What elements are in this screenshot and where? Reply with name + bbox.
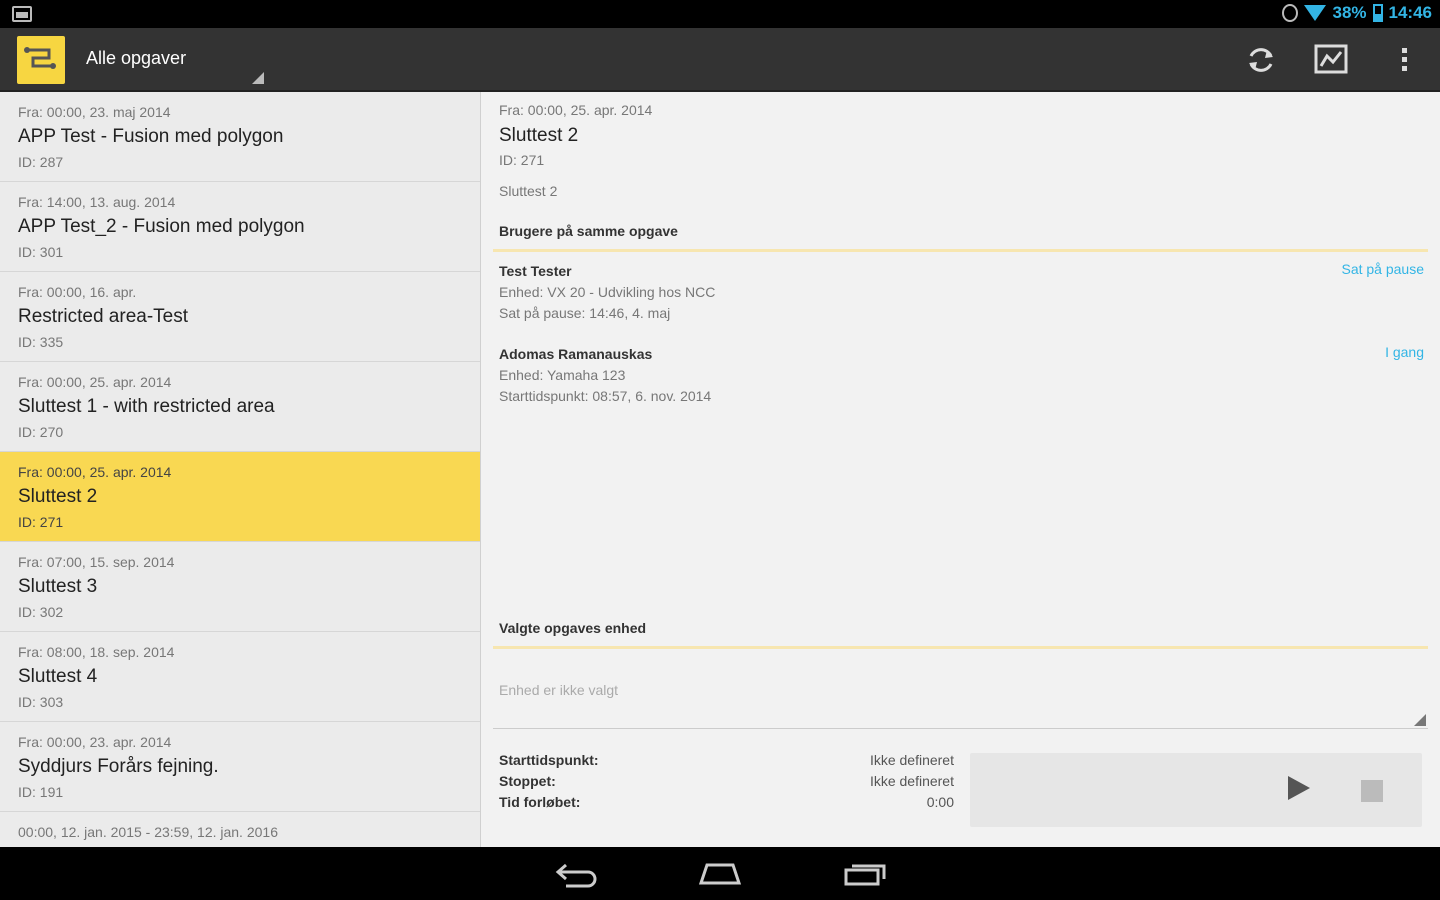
stop-icon[interactable]: [1361, 780, 1383, 802]
list-item[interactable]: Fra: 00:00, 16. apr. Restricted area-Tes…: [0, 272, 480, 362]
timing-row: Tid forløbet: 0:00: [499, 794, 954, 815]
list-item-from: Fra: 00:00, 16. apr.: [18, 284, 137, 300]
elapsed-value: 0:00: [926, 794, 954, 810]
user-entry: Adomas Ramanauskas Enhed: Yamaha 123 Sta…: [499, 344, 1424, 407]
list-item-id: ID: 303: [18, 694, 64, 710]
list-item-title: Sluttest 2: [18, 486, 98, 507]
unit-spinner[interactable]: Enhed er ikke valgt: [493, 667, 1428, 729]
map-icon[interactable]: [1313, 42, 1349, 78]
list-item[interactable]: Fra: 00:00, 23. maj 2014 APP Test - Fusi…: [0, 92, 480, 182]
list-item-from: Fra: 14:00, 13. aug. 2014: [18, 194, 176, 210]
wifi-icon: [1304, 5, 1327, 21]
task-list: Fra: 00:00, 23. maj 2014 APP Test - Fusi…: [0, 92, 481, 847]
timing-row: Starttidspunkt: Ikke defineret: [499, 752, 954, 773]
list-item[interactable]: Fra: 00:00, 25. apr. 2014 Sluttest 1 - w…: [0, 362, 480, 452]
system-nav-bar: [0, 847, 1440, 900]
list-item-id: ID: 287: [18, 154, 64, 170]
task-detail-pane: Fra: 00:00, 25. apr. 2014 Sluttest 2 ID:…: [481, 92, 1440, 847]
unit-placeholder: Enhed er ikke valgt: [499, 682, 619, 698]
list-item-id: ID: 335: [18, 334, 64, 350]
list-item-title: Sluttest 3: [18, 576, 98, 597]
list-item[interactable]: Fra: 07:00, 15. sep. 2014 Sluttest 3 ID:…: [0, 542, 480, 632]
user-extra: Starttidspunkt: 08:57, 6. nov. 2014: [499, 388, 712, 404]
start-value: Ikke defineret: [869, 752, 954, 768]
dropdown-caret-icon: [252, 72, 264, 84]
user-status: Sat på pause: [1341, 261, 1424, 277]
user-unit: Enhed: Yamaha 123: [499, 367, 626, 383]
recent-apps-icon[interactable]: [842, 859, 888, 889]
detail-id: ID: 271: [499, 152, 545, 168]
section-divider: [493, 646, 1428, 649]
clock: 14:46: [1388, 3, 1432, 22]
overflow-menu-icon[interactable]: [1387, 42, 1423, 78]
list-item-from: 00:00, 12. jan. 2015 - 23:59, 12. jan. 2…: [18, 824, 278, 840]
timer-controls: [970, 753, 1422, 827]
app-logo-icon[interactable]: [17, 36, 65, 84]
list-item-from: Fra: 00:00, 25. apr. 2014: [18, 464, 172, 480]
section-divider: [493, 249, 1428, 252]
refresh-icon[interactable]: [1243, 42, 1279, 78]
list-item-id: ID: 271: [18, 514, 64, 530]
list-item-title: APP Test - Fusion med polygon: [18, 126, 284, 147]
timing-info: Starttidspunkt: Ikke defineret Stoppet: …: [499, 752, 954, 815]
timing-row: Stoppet: Ikke defineret: [499, 773, 954, 794]
list-item-id: ID: 191: [18, 784, 64, 800]
list-item[interactable]: Fra: 00:00, 23. apr. 2014 Syddjurs Forår…: [0, 722, 480, 812]
user-status: I gang: [1385, 344, 1424, 360]
alarm-icon: [1282, 4, 1299, 22]
navigation-dropdown[interactable]: Alle opgaver: [86, 48, 186, 69]
list-item-title: Sluttest 4: [18, 666, 98, 687]
list-item-id: ID: 302: [18, 604, 64, 620]
play-icon[interactable]: [1288, 776, 1310, 800]
list-item-from: Fra: 08:00, 18. sep. 2014: [18, 644, 175, 660]
spinner-corner-icon: [1414, 714, 1426, 726]
detail-title: Sluttest 2: [499, 125, 579, 146]
list-item-from: Fra: 00:00, 23. maj 2014: [18, 104, 171, 120]
list-item[interactable]: 00:00, 12. jan. 2015 - 23:59, 12. jan. 2…: [0, 812, 480, 847]
list-item[interactable]: Fra: 08:00, 18. sep. 2014 Sluttest 4 ID:…: [0, 632, 480, 722]
users-section-header: Brugere på samme opgave: [499, 223, 678, 239]
list-item[interactable]: Fra: 14:00, 13. aug. 2014 APP Test_2 - F…: [0, 182, 480, 272]
user-extra: Sat på pause: 14:46, 4. maj: [499, 305, 671, 321]
stopped-value: Ikke defineret: [869, 773, 954, 789]
action-bar: Alle opgaver: [0, 28, 1440, 92]
unit-section-header: Valgte opgaves enhed: [499, 620, 647, 636]
battery-icon: [1372, 4, 1383, 22]
list-item-title: Sluttest 1 - with restricted area: [18, 396, 275, 417]
list-item-id: ID: 270: [18, 424, 64, 440]
list-item-id: ID: 301: [18, 244, 64, 260]
elapsed-label: Tid forløbet:: [499, 794, 581, 810]
home-icon[interactable]: [697, 859, 743, 889]
detail-description: Sluttest 2: [499, 183, 558, 199]
user-name: Adomas Ramanauskas: [499, 346, 653, 362]
start-label: Starttidspunkt:: [499, 752, 599, 768]
status-bar: 38% 14:46: [0, 0, 1440, 28]
detail-from: Fra: 00:00, 25. apr. 2014: [499, 102, 653, 118]
list-item-title: APP Test_2 - Fusion med polygon: [18, 216, 305, 237]
list-item-from: Fra: 07:00, 15. sep. 2014: [18, 554, 175, 570]
back-icon[interactable]: [554, 859, 600, 889]
battery-percent: 38%: [1332, 3, 1367, 22]
stopped-label: Stoppet:: [499, 773, 556, 789]
list-item-title: Restricted area-Test: [18, 306, 189, 327]
list-item-from: Fra: 00:00, 25. apr. 2014: [18, 374, 172, 390]
gallery-notification-icon: [12, 6, 32, 22]
status-bar-right: 38% 14:46: [1282, 3, 1432, 23]
list-item-selected[interactable]: Fra: 00:00, 25. apr. 2014 Sluttest 2 ID:…: [0, 452, 480, 542]
user-unit: Enhed: VX 20 - Udvikling hos NCC: [499, 284, 716, 300]
user-entry: Test Tester Enhed: VX 20 - Udvikling hos…: [499, 261, 1424, 324]
list-item-from: Fra: 00:00, 23. apr. 2014: [18, 734, 172, 750]
user-name: Test Tester: [499, 263, 572, 279]
list-item-title: Syddjurs Forårs fejning.: [18, 756, 219, 777]
